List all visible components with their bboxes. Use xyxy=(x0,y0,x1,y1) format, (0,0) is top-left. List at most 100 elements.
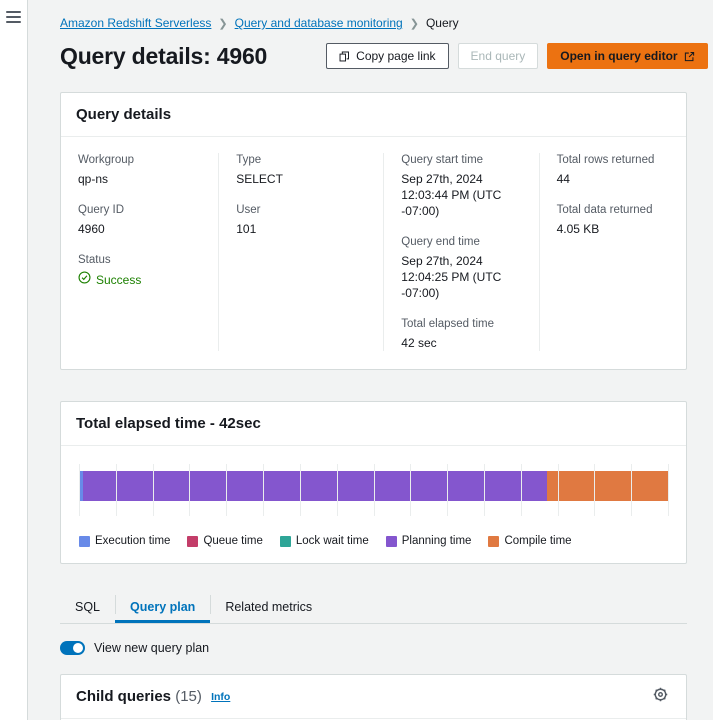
breadcrumb-item-serverless[interactable]: Amazon Redshift Serverless xyxy=(60,16,211,30)
child-queries-count: (15) xyxy=(175,688,202,705)
end-query-label: End query xyxy=(471,49,526,63)
elapsed-time-chart-card: Total elapsed time - 42sec Execution tim… xyxy=(60,401,687,564)
field-query-id: Query ID 4960 xyxy=(78,203,201,237)
field-query-end-time: Query end time Sep 27th, 2024 12:04:25 P… xyxy=(401,235,521,301)
chart-title: Total elapsed time - 42sec xyxy=(76,415,261,432)
field-label: Query ID xyxy=(78,203,201,217)
chart-gridline xyxy=(668,464,669,516)
query-details-body: Workgroup qp-ns Query ID 4960 Status xyxy=(61,137,686,369)
open-in-query-editor-button[interactable]: Open in query editor xyxy=(547,43,707,69)
field-label: Status xyxy=(78,253,201,267)
legend-label: Queue time xyxy=(203,535,262,547)
breadcrumb-separator-icon: ❯ xyxy=(218,17,227,30)
chart-gridline xyxy=(153,464,154,516)
legend-swatch xyxy=(187,536,198,547)
breadcrumb-separator-icon: ❯ xyxy=(410,17,419,30)
page-header: Query details: 4960 Copy page link End q… xyxy=(60,34,687,78)
tab-related-metrics[interactable]: Related metrics xyxy=(210,590,327,623)
bar-segment-compile-time[interactable] xyxy=(547,471,668,501)
table-preferences-button[interactable] xyxy=(649,686,671,708)
tab-list: SQL Query plan Related metrics xyxy=(60,590,687,624)
copy-icon xyxy=(339,51,350,62)
child-queries-header: Child queries (15) Info xyxy=(61,675,686,719)
query-details-title: Query details xyxy=(76,106,171,123)
legend-item-queue-time[interactable]: Queue time xyxy=(187,535,262,547)
field-total-rows-returned: Total rows returned 44 xyxy=(557,153,669,187)
field-label: User xyxy=(236,203,366,217)
chart-gridline xyxy=(484,464,485,516)
end-query-button[interactable]: End query xyxy=(458,43,539,69)
details-column-1: Workgroup qp-ns Query ID 4960 Status xyxy=(61,153,218,351)
chart-card-header: Total elapsed time - 42sec xyxy=(61,402,686,446)
toggle-label: View new query plan xyxy=(94,641,209,655)
chart-gridline xyxy=(116,464,117,516)
view-new-query-plan-toggle-row: View new query plan xyxy=(60,641,687,655)
tab-label: Query plan xyxy=(130,600,195,614)
details-column-3: Query start time Sep 27th, 2024 12:03:44… xyxy=(383,153,538,351)
child-queries-title-text: Child queries xyxy=(76,688,171,705)
info-link[interactable]: Info xyxy=(211,691,230,703)
copy-page-link-button[interactable]: Copy page link xyxy=(326,43,448,69)
tab-query-plan[interactable]: Query plan xyxy=(115,590,210,623)
chart-gridline xyxy=(374,464,375,516)
details-column-4: Total rows returned 44 Total data return… xyxy=(539,153,686,351)
field-value: 42 sec xyxy=(401,335,521,351)
field-label: Type xyxy=(236,153,366,167)
field-value: Sep 27th, 2024 12:03:44 PM (UTC -07:00) xyxy=(401,171,521,219)
field-value: SELECT xyxy=(236,171,366,187)
field-value: 101 xyxy=(236,221,366,237)
query-details-card: Query details Workgroup qp-ns Query ID 4… xyxy=(60,92,687,370)
external-link-icon xyxy=(684,51,695,62)
field-total-data-returned: Total data returned 4.05 KB xyxy=(557,203,669,237)
field-status: Status Success xyxy=(78,253,201,288)
tab-label: SQL xyxy=(75,600,100,614)
chart-gridline xyxy=(263,464,264,516)
legend-swatch xyxy=(280,536,291,547)
field-label: Query end time xyxy=(401,235,521,249)
chart-gridline xyxy=(631,464,632,516)
gear-icon xyxy=(653,687,668,707)
tab-label: Related metrics xyxy=(225,600,312,614)
field-value: 4.05 KB xyxy=(557,221,669,237)
tabs-section: SQL Query plan Related metrics View new … xyxy=(60,590,687,655)
chart-legend: Execution time Queue time Lock wait time Pl… xyxy=(79,535,668,547)
legend-swatch xyxy=(79,536,90,547)
status-badge: Success xyxy=(78,271,201,288)
chart-gridline xyxy=(447,464,448,516)
breadcrumb-item-monitoring[interactable]: Query and database monitoring xyxy=(235,16,403,30)
chart-gridline xyxy=(79,464,80,516)
legend-label: Compile time xyxy=(504,535,571,547)
open-editor-label: Open in query editor xyxy=(560,49,677,63)
legend-label: Execution time xyxy=(95,535,170,547)
page-root: Amazon Redshift Serverless ❯ Query and d… xyxy=(0,0,713,720)
legend-item-compile-time[interactable]: Compile time xyxy=(488,535,571,547)
header-actions: Copy page link End query Open in query e… xyxy=(326,43,707,69)
main-content: Amazon Redshift Serverless ❯ Query and d… xyxy=(28,0,713,720)
success-check-icon xyxy=(78,271,91,288)
legend-swatch xyxy=(488,536,499,547)
details-column-2: Type SELECT User 101 xyxy=(218,153,383,351)
tab-sql[interactable]: SQL xyxy=(60,590,115,623)
query-details-card-header: Query details xyxy=(61,93,686,137)
legend-item-lock-wait-time[interactable]: Lock wait time xyxy=(280,535,369,547)
legend-label: Lock wait time xyxy=(296,535,369,547)
left-nav-rail xyxy=(0,0,28,720)
legend-item-planning-time[interactable]: Planning time xyxy=(386,535,472,547)
view-new-query-plan-toggle[interactable] xyxy=(60,641,85,655)
chart-gridline xyxy=(300,464,301,516)
copy-page-link-label: Copy page link xyxy=(356,49,435,63)
page-title: Query details: 4960 xyxy=(60,43,267,70)
menu-hamburger-icon[interactable] xyxy=(6,11,21,26)
field-value: 4960 xyxy=(78,221,201,237)
breadcrumb: Amazon Redshift Serverless ❯ Query and d… xyxy=(60,0,687,30)
field-query-start-time: Query start time Sep 27th, 2024 12:03:44… xyxy=(401,153,521,219)
legend-swatch xyxy=(386,536,397,547)
field-label: Total rows returned xyxy=(557,153,669,167)
field-value: Sep 27th, 2024 12:04:25 PM (UTC -07:00) xyxy=(401,253,521,301)
field-value: 44 xyxy=(557,171,669,187)
chart-gridline xyxy=(189,464,190,516)
field-type: Type SELECT xyxy=(236,153,366,187)
legend-item-execution-time[interactable]: Execution time xyxy=(79,535,170,547)
chart-gridline xyxy=(558,464,559,516)
chart-gridline xyxy=(410,464,411,516)
